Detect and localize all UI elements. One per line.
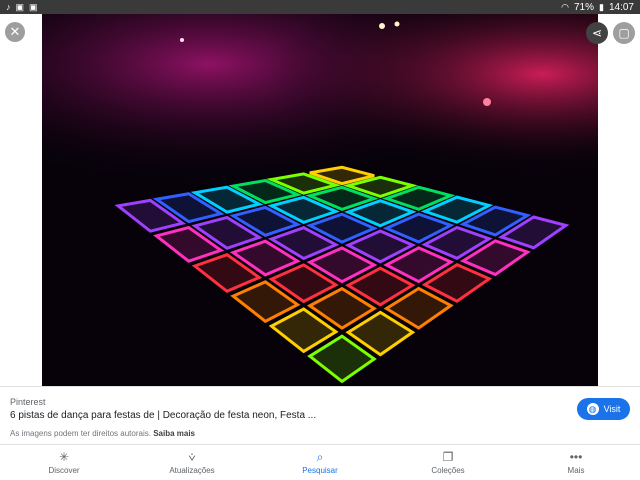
rights-text: As imagens podem ter direitos autorais. <box>10 429 151 438</box>
close-icon: ✕ <box>9 24 21 39</box>
nav-label: Coleções <box>431 466 465 475</box>
battery-level: 71% <box>574 1 595 13</box>
nav-label: Mais <box>567 466 585 475</box>
clock: 14:07 <box>608 1 634 13</box>
nav-label: Discover <box>48 466 80 475</box>
tiktok-icon: ♪ <box>6 1 11 12</box>
source-name[interactable]: Pinterest <box>10 397 46 407</box>
image-viewer: ✕ ⋖ ▢ <box>0 14 640 386</box>
bottom-navigation: ✳ Discover ⩒ Atualizações ⌕ Pesquisar ❐ … <box>0 444 640 480</box>
nav-discover[interactable]: ✳ Discover <box>0 445 128 480</box>
nav-search[interactable]: ⌕ Pesquisar <box>256 445 384 480</box>
status-bar-left: ♪ ▣ ▣ <box>6 1 38 12</box>
visit-label: Visit <box>603 404 621 414</box>
nav-label: Pesquisar <box>302 466 338 475</box>
battery-icon: ▮ <box>599 1 604 12</box>
status-bar-right: ◠ 71% ▮ 14:07 <box>561 2 634 13</box>
nav-collections[interactable]: ❐ Coleções <box>384 445 512 480</box>
more-icon: ▢ <box>618 26 630 40</box>
image-icon: ▣ <box>29 1 38 12</box>
status-bar: ♪ ▣ ▣ ◠ 71% ▮ 14:07 <box>0 0 640 14</box>
copyright-notice: As imagens podem ter direitos autorais. … <box>10 429 195 438</box>
search-icon: ⌕ <box>316 450 324 464</box>
nav-updates[interactable]: ⩒ Atualizações <box>128 445 256 480</box>
globe-icon: ◍ <box>586 403 599 415</box>
more-button[interactable]: ▢ <box>613 22 635 44</box>
share-icon: ⋖ <box>591 26 603 40</box>
share-button[interactable]: ⋖ <box>586 22 608 44</box>
more-dots-icon: ••• <box>569 450 583 464</box>
nav-more[interactable]: ••• Mais <box>512 445 640 480</box>
visit-button[interactable]: ◍ Visit <box>577 398 630 420</box>
dance-floor-photo[interactable] <box>42 14 598 386</box>
wifi-icon: ◠ <box>561 1 569 12</box>
image-info-panel: Pinterest 6 pistas de dança para festas … <box>0 386 640 444</box>
nav-label: Atualizações <box>169 466 215 475</box>
learn-more-link[interactable]: Saiba mais <box>153 429 195 438</box>
close-button[interactable]: ✕ <box>5 22 25 42</box>
asterisk-icon: ✳ <box>58 450 70 464</box>
image-title[interactable]: 6 pistas de dança para festas de | Decor… <box>10 410 316 421</box>
updates-icon: ⩒ <box>188 450 196 464</box>
collections-icon: ❐ <box>442 450 454 464</box>
image-icon: ▣ <box>15 1 25 12</box>
